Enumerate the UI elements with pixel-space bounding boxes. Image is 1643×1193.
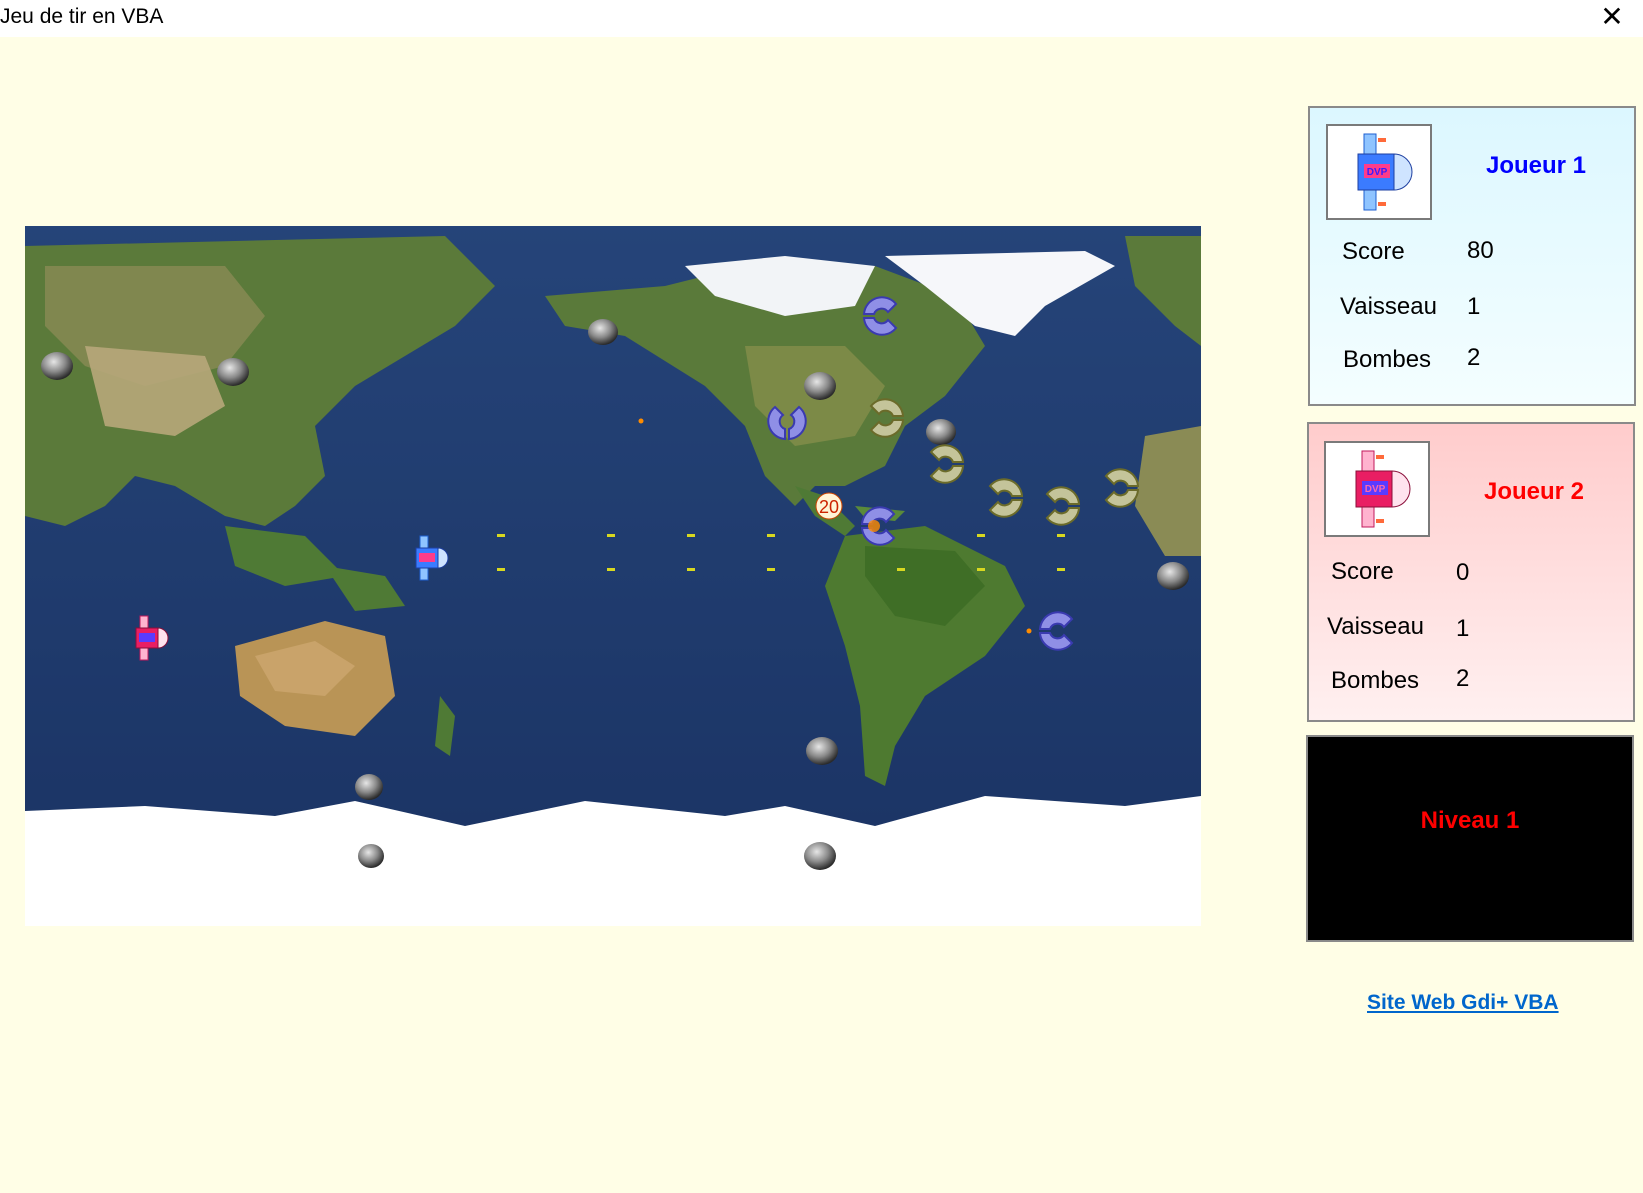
player2-score-value: 0	[1456, 559, 1470, 586]
player1-panel: DVP Joueur 1 Score 80 Vaisseau 1 Bombes …	[1308, 106, 1636, 406]
player1-score-label: Score	[1342, 238, 1405, 265]
player2-bombs-label: Bombes	[1331, 667, 1420, 694]
asteroid	[41, 352, 73, 380]
asteroid	[358, 844, 384, 868]
svg-text:20: 20	[819, 497, 839, 517]
player1-bombs-label: Bombes	[1343, 346, 1432, 373]
asteroid	[217, 358, 249, 386]
asteroid	[804, 842, 836, 870]
player1-avatar: DVP	[1326, 124, 1432, 220]
player1-ships-label: Vaisseau	[1340, 293, 1437, 320]
asteroid	[588, 319, 618, 345]
asteroid	[355, 774, 383, 800]
website-link[interactable]: Site Web Gdi+ VBA	[1367, 991, 1559, 1015]
asteroid	[1157, 562, 1189, 590]
asteroid	[926, 419, 956, 445]
title-bar: Jeu de tir en VBA ✕	[0, 0, 1643, 37]
player2-ships-value: 1	[1456, 615, 1470, 642]
window-title: Jeu de tir en VBA	[0, 5, 164, 28]
points-popup: 20	[815, 492, 843, 520]
asteroid	[804, 372, 836, 400]
asteroid	[806, 737, 838, 765]
level-label: Niveau 1	[1420, 807, 1520, 834]
svg-text:DVP: DVP	[1365, 484, 1386, 495]
player1-score-value: 80	[1467, 237, 1494, 264]
player1-ships-value: 1	[1467, 293, 1481, 320]
player2-name: Joueur 2	[1484, 478, 1585, 505]
svg-text:DVP: DVP	[1367, 167, 1388, 178]
enemy-bullet	[638, 418, 644, 424]
game-field[interactable]: 20	[25, 226, 1201, 926]
player2-panel: DVP Joueur 2 Score 0 Vaisseau 1 Bombes 2	[1307, 422, 1635, 722]
blue-spaceship-icon: DVP	[1357, 133, 1413, 211]
level-panel: Niveau 1	[1306, 735, 1634, 942]
player1-name: Joueur 1	[1486, 152, 1587, 179]
close-button[interactable]: ✕	[1595, 2, 1629, 36]
player2-bombs-value: 2	[1456, 665, 1470, 692]
player2-ships-label: Vaisseau	[1327, 613, 1424, 640]
player1-bombs-value: 2	[1467, 344, 1481, 371]
world-map: 20	[25, 226, 1201, 926]
enemy-bullet	[1026, 628, 1032, 634]
pink-spaceship-icon: DVP	[1355, 450, 1411, 528]
player2-avatar: DVP	[1324, 441, 1430, 537]
player2-score-label: Score	[1331, 558, 1394, 585]
